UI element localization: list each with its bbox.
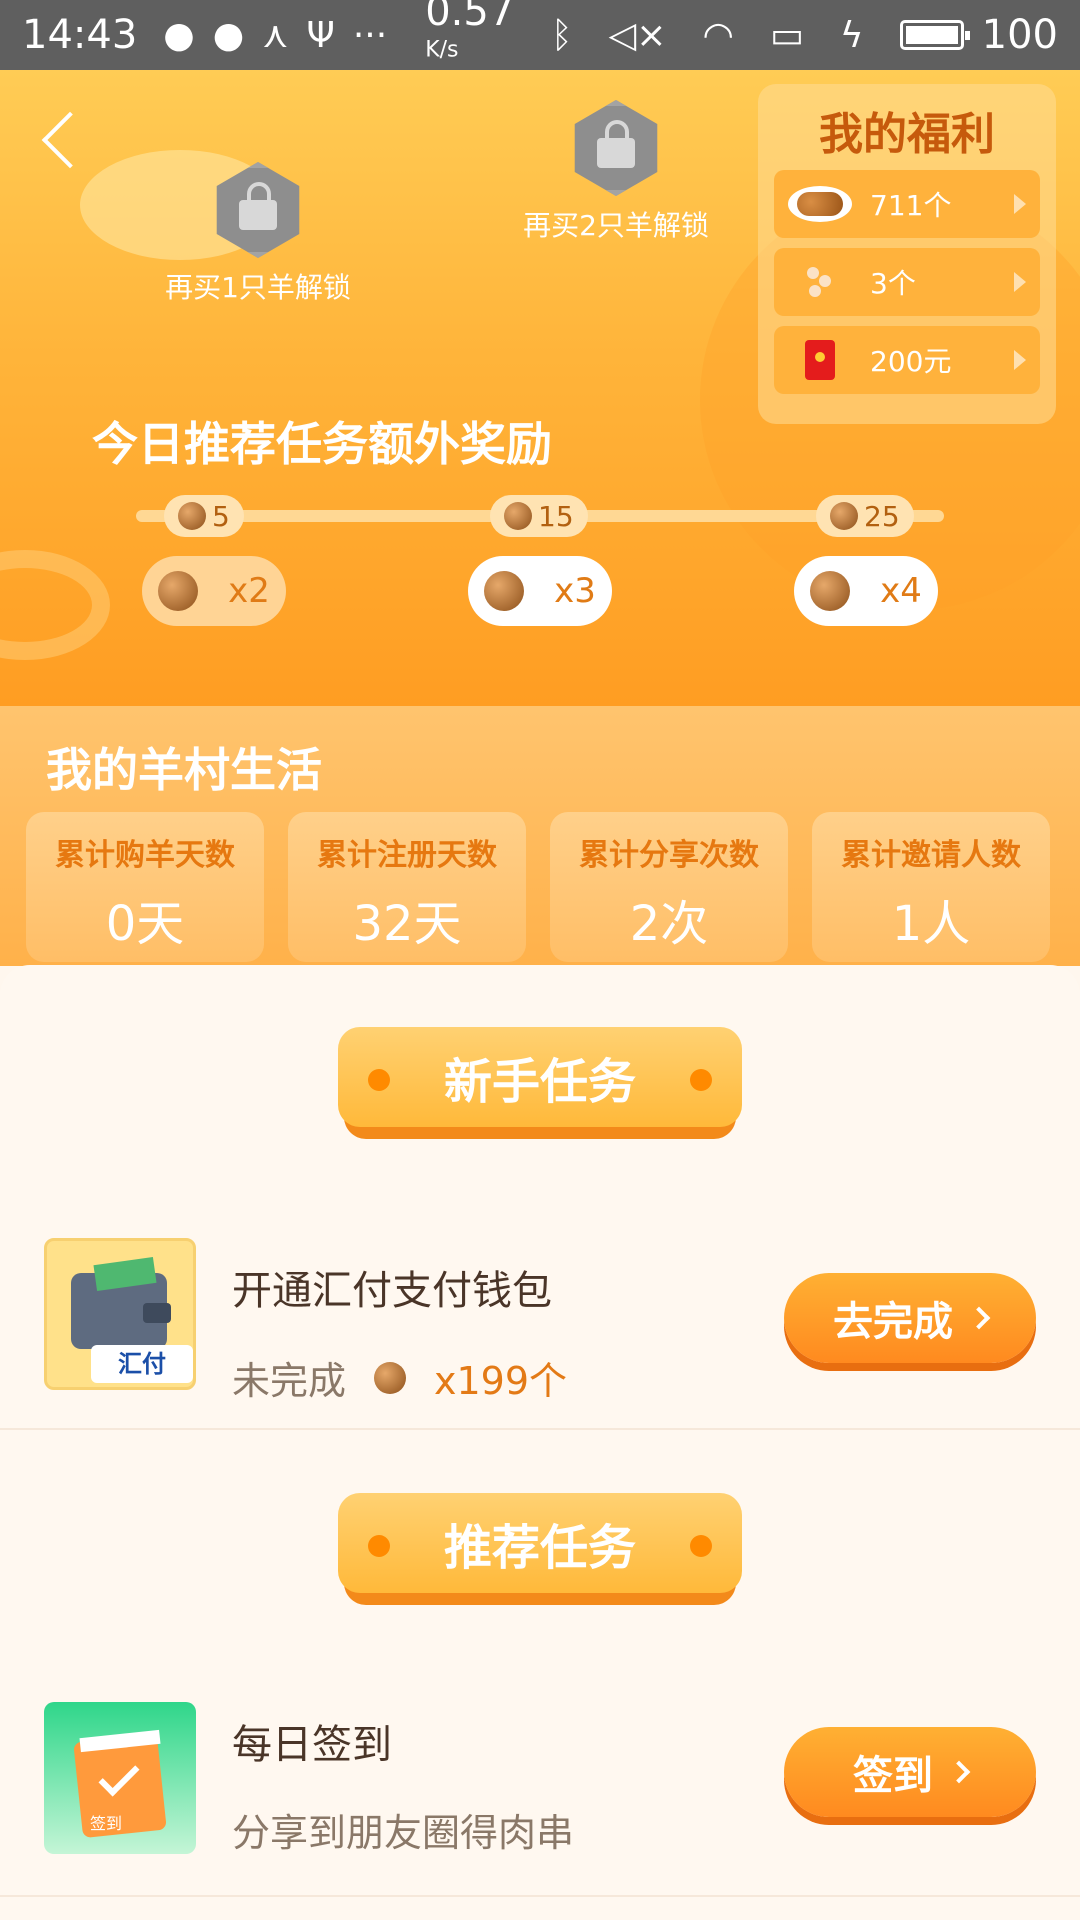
multiplier-reward: x2 bbox=[142, 556, 286, 626]
wifi-icon: ◠ bbox=[702, 14, 734, 56]
huifu-badge: 汇付 bbox=[91, 1345, 193, 1383]
divider bbox=[0, 1428, 1080, 1430]
task-name: 开通汇付支付钱包 bbox=[232, 1268, 552, 1314]
bonus-title: 今日推荐任务额外奖励 bbox=[92, 417, 552, 471]
unlock-label-1: 再买1只羊解锁 bbox=[165, 271, 351, 304]
stat-label: 累计邀请人数 bbox=[841, 838, 1021, 873]
stat-value: 1人 bbox=[891, 896, 971, 952]
task-reward: x199个 bbox=[434, 1359, 568, 1403]
status-bar: 14:43 ● ● ⋏ Ψ ··· 0.57 K/s ᛒ ◁× ◠ ▭ ϟ 10… bbox=[0, 0, 1080, 70]
section-newbie-tasks: 新手任务 bbox=[338, 1027, 742, 1139]
lock-hex-icon bbox=[574, 100, 658, 196]
wallet-icon: 汇付 bbox=[44, 1238, 196, 1390]
meatball-icon bbox=[158, 571, 199, 611]
unlock-badge-2: 再买2只羊解锁 bbox=[506, 100, 726, 244]
unlock-badge-1: 再买1只羊解锁 bbox=[148, 162, 368, 306]
section-title: 推荐任务 bbox=[443, 1520, 636, 1576]
stat-card: 累计购羊天数 0天 bbox=[26, 812, 264, 962]
life-title: 我的羊村生活 bbox=[46, 743, 322, 797]
status-time: 14:43 bbox=[22, 12, 138, 58]
stat-card: 累计注册天数 32天 bbox=[288, 812, 526, 962]
meatball-icon bbox=[178, 502, 206, 530]
milestone-badge: 25 bbox=[816, 495, 914, 537]
battery-icon bbox=[899, 20, 970, 50]
multiplier-reward: x3 bbox=[468, 556, 612, 626]
bluetooth-icon: ᛒ bbox=[550, 14, 573, 56]
decor-dot bbox=[690, 1069, 712, 1091]
meat-plate-icon bbox=[788, 182, 852, 226]
decor-dot bbox=[368, 1535, 390, 1557]
multiplier-reward: x4 bbox=[794, 556, 938, 626]
lock-hex-icon bbox=[216, 162, 300, 258]
stat-value: 32天 bbox=[352, 896, 462, 952]
meatball-icon bbox=[810, 571, 851, 611]
chevron-right-icon bbox=[947, 1760, 971, 1784]
meatball-icon bbox=[374, 1361, 407, 1394]
share-network-icon: ⋏ bbox=[262, 14, 289, 56]
stat-card: 累计邀请人数 1人 bbox=[812, 812, 1050, 962]
welfare-item-red-packet[interactable]: 200元 bbox=[774, 326, 1040, 394]
mute-icon: ◁× bbox=[608, 14, 667, 56]
section-title: 新手任务 bbox=[443, 1054, 636, 1110]
task-panel: 新手任务 汇付 开通汇付支付钱包 未完成 x199个 去完成 推荐任务 签到 每… bbox=[0, 965, 1080, 1920]
meatball-icon bbox=[504, 502, 532, 530]
task-status: 未完成 bbox=[232, 1359, 347, 1403]
welfare-value: 3个 bbox=[870, 267, 916, 300]
divider bbox=[0, 1895, 1080, 1897]
my-life-section: 我的羊村生活 累计购羊天数 0天 累计注册天数 32天 累计分享次数 2次 累计… bbox=[0, 706, 1080, 966]
charging-icon: ϟ bbox=[839, 14, 864, 56]
stat-label: 累计分享次数 bbox=[579, 838, 759, 873]
red-packet-icon bbox=[788, 338, 852, 382]
task-row-checkin: 签到 每日签到 分享到朋友圈得肉串 签到 bbox=[0, 1702, 1080, 1902]
chat-icon: ● bbox=[163, 14, 195, 56]
skewer-icon bbox=[788, 260, 852, 304]
welfare-item-skewer[interactable]: 3个 bbox=[774, 248, 1040, 316]
milestone-badge: 5 bbox=[164, 495, 244, 537]
stat-value: 2次 bbox=[629, 896, 709, 952]
usb-icon: Ψ bbox=[306, 14, 335, 56]
task-desc: 分享到朋友圈得肉串 bbox=[232, 1811, 575, 1855]
stat-label: 累计购羊天数 bbox=[55, 838, 235, 873]
checkin-button[interactable]: 签到 bbox=[784, 1727, 1036, 1817]
welfare-title: 我的福利 bbox=[819, 109, 995, 160]
chevron-right-icon bbox=[967, 1306, 991, 1330]
stat-card: 累计分享次数 2次 bbox=[550, 812, 788, 962]
calendar-checkin-icon: 签到 bbox=[44, 1702, 196, 1854]
header-banner: 再买1只羊解锁 再买2只羊解锁 我的福利 711个 3个 200元 今日推荐任务… bbox=[0, 70, 1080, 706]
go-complete-button[interactable]: 去完成 bbox=[784, 1273, 1036, 1363]
arrow-right-icon bbox=[1014, 194, 1026, 214]
task-status-row: 未完成 x199个 bbox=[232, 1350, 567, 1405]
stat-label: 累计注册天数 bbox=[317, 838, 497, 873]
my-welfare-card: 我的福利 711个 3个 200元 bbox=[758, 84, 1056, 424]
battery-level: 100 bbox=[981, 12, 1058, 58]
welfare-value: 200元 bbox=[870, 345, 952, 378]
decor-dot bbox=[368, 1069, 390, 1091]
decor-ring bbox=[0, 550, 110, 660]
more-icon: ··· bbox=[352, 14, 388, 56]
meatball-icon bbox=[484, 571, 525, 611]
welfare-value: 711个 bbox=[870, 189, 952, 222]
section-recommended-tasks: 推荐任务 bbox=[338, 1493, 742, 1605]
stat-value: 0天 bbox=[105, 896, 185, 952]
task-name: 每日签到 bbox=[232, 1722, 392, 1768]
arrow-right-icon bbox=[1014, 350, 1026, 370]
unlock-label-2: 再买2只羊解锁 bbox=[523, 209, 709, 242]
back-button[interactable] bbox=[41, 111, 99, 169]
welfare-item-meat[interactable]: 711个 bbox=[774, 170, 1040, 238]
screen-icon: ▭ bbox=[769, 14, 804, 56]
task-row-wallet: 汇付 开通汇付支付钱包 未完成 x199个 去完成 bbox=[0, 1238, 1080, 1438]
decor-dot bbox=[690, 1535, 712, 1557]
milestone-badge: 15 bbox=[490, 495, 588, 537]
checkin-badge: 签到 bbox=[90, 1814, 123, 1833]
chat-icon-2: ● bbox=[212, 14, 245, 56]
meatball-icon bbox=[830, 502, 858, 530]
arrow-right-icon bbox=[1014, 272, 1026, 292]
network-speed: 0.57 K/s bbox=[425, 0, 515, 63]
